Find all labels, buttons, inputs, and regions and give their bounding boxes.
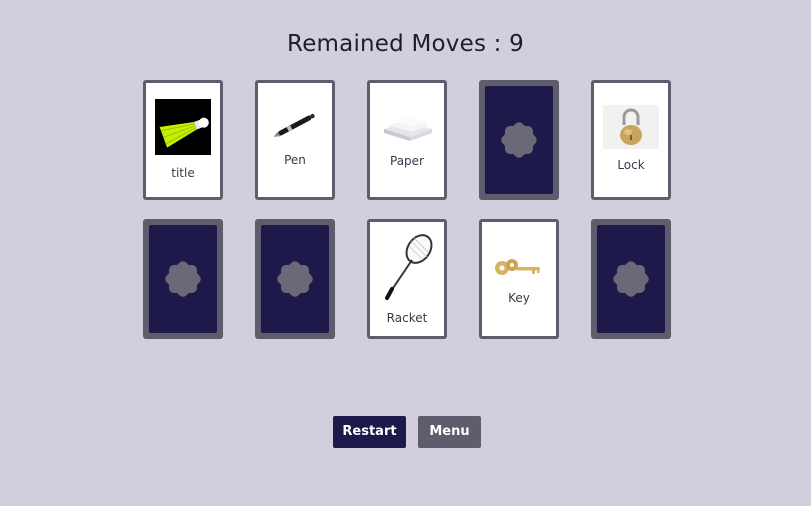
paper-icon	[370, 115, 444, 145]
pen-icon	[258, 109, 332, 147]
card-key[interactable]: Key	[479, 219, 559, 339]
card-face-down[interactable]	[479, 80, 559, 200]
card-racket[interactable]: Racket	[367, 219, 447, 339]
card-face-down[interactable]	[255, 219, 335, 339]
card-back	[261, 225, 329, 333]
racket-icon	[370, 232, 444, 308]
card-lock[interactable]: Lock	[591, 80, 671, 200]
padlock-icon	[594, 105, 668, 153]
card-label: Key	[508, 291, 530, 305]
menu-button[interactable]: Menu	[418, 416, 481, 448]
card-label: Racket	[386, 311, 428, 325]
card-face-down[interactable]	[591, 219, 671, 339]
card-back-emblem-icon	[501, 122, 537, 158]
restart-button[interactable]: Restart	[333, 416, 406, 448]
card-face-down[interactable]	[143, 219, 223, 339]
card-label: Paper	[390, 154, 424, 168]
shuttlecock-icon	[146, 99, 220, 159]
card-pen[interactable]: Pen	[255, 80, 335, 200]
card-paper[interactable]: Paper	[367, 80, 447, 200]
remained-moves-title: Remained Moves : 9	[287, 31, 524, 57]
card-back-emblem-icon	[277, 261, 313, 297]
card-label: Pen	[284, 153, 306, 167]
key-icon	[482, 256, 556, 284]
card-back	[597, 225, 665, 333]
card-label: Lock	[617, 158, 645, 172]
card-back	[485, 86, 553, 194]
card-back-emblem-icon	[613, 261, 649, 297]
card-shuttlecock[interactable]: title	[143, 80, 223, 200]
card-back-emblem-icon	[165, 261, 201, 297]
card-back	[149, 225, 217, 333]
card-label: title	[171, 166, 195, 180]
